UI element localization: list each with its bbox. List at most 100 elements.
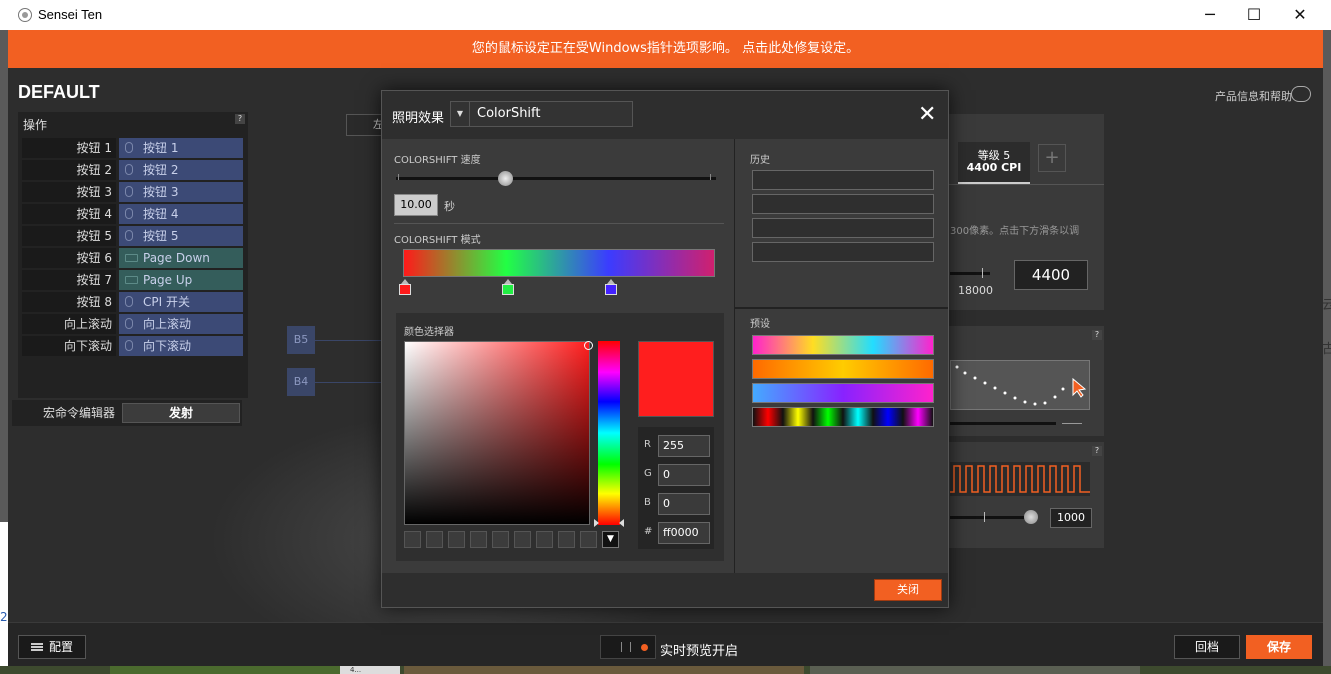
history-slot[interactable]: [752, 194, 934, 214]
help-link[interactable]: 产品信息和帮助: [1215, 88, 1292, 104]
cpi-slider-tick: [982, 268, 983, 278]
cpi-value-input[interactable]: 4400: [1014, 260, 1088, 290]
action-assignment[interactable]: Page Up: [119, 270, 243, 290]
action-row[interactable]: 按钮 1 按钮 1: [22, 138, 243, 158]
config-button[interactable]: 配置: [18, 635, 86, 659]
hue-strip[interactable]: [598, 341, 620, 525]
action-assignment[interactable]: Page Down: [119, 248, 243, 268]
saved-swatch-slot[interactable]: [426, 531, 443, 548]
close-button[interactable]: 关闭: [874, 579, 942, 601]
action-button-label: 按钮 3: [22, 182, 116, 202]
assignment-label: 按钮 1: [143, 141, 179, 155]
saved-swatch-slot[interactable]: [492, 531, 509, 548]
action-row[interactable]: 按钮 4 按钮 4: [22, 204, 243, 224]
r-input[interactable]: 255: [658, 435, 710, 457]
polling-slider-knob[interactable]: [1024, 510, 1038, 524]
speed-slider-tick: [398, 174, 399, 180]
saved-swatch-slot[interactable]: [404, 531, 421, 548]
g-row: G 0: [644, 464, 710, 486]
action-assignment[interactable]: 按钮 5: [119, 226, 243, 246]
help-icon[interactable]: ?: [1092, 330, 1102, 340]
cpi-level-tab[interactable]: 等级 5 4400 CPI: [958, 142, 1030, 184]
preset-gradient[interactable]: [752, 383, 934, 403]
assignment-label: 向上滚动: [143, 317, 192, 331]
saved-swatch-slot[interactable]: [514, 531, 531, 548]
action-assignment[interactable]: 按钮 1: [119, 138, 243, 158]
cpi-slider[interactable]: [950, 272, 990, 275]
speed-input[interactable]: 10.00: [394, 194, 438, 216]
action-assignment[interactable]: 向上滚动: [119, 314, 243, 334]
rgb-fields: R 255 G 0 B 0 # ff0000: [638, 427, 714, 549]
g-input[interactable]: 0: [658, 464, 710, 486]
acceleration-slider[interactable]: [950, 422, 1056, 425]
action-row[interactable]: 向上滚动 向上滚动: [22, 314, 243, 334]
title-bar: Sensei Ten ─ ☐ ✕: [0, 0, 1331, 30]
color-picker-label: 颜色选择器: [404, 327, 454, 338]
gradient-stop[interactable]: [604, 279, 617, 295]
gradient-stop[interactable]: [501, 279, 514, 295]
action-assignment[interactable]: 按钮 4: [119, 204, 243, 224]
speed-slider-knob[interactable]: [497, 171, 513, 186]
help-icon[interactable]: ?: [235, 114, 245, 124]
effect-value: ColorShift: [477, 106, 541, 121]
live-preview-toggle[interactable]: [600, 635, 656, 659]
macro-row: 宏命令编辑器 发射: [12, 400, 242, 426]
chat-bubble-icon[interactable]: [1291, 86, 1311, 102]
preset-gradient[interactable]: [752, 335, 934, 355]
action-button-label: 向上滚动: [22, 314, 116, 334]
revert-button[interactable]: 回档: [1174, 635, 1240, 659]
cpi-scale-max: 18000: [958, 284, 993, 297]
action-row[interactable]: 按钮 8 CPI 开关: [22, 292, 243, 312]
action-assignment[interactable]: 按钮 3: [119, 182, 243, 202]
close-window-button[interactable]: ✕: [1277, 0, 1323, 30]
button-marker-b5[interactable]: B5: [287, 326, 315, 354]
action-row[interactable]: 按钮 6 Page Down: [22, 248, 243, 268]
add-cpi-level-button[interactable]: +: [1038, 144, 1066, 172]
action-assignment[interactable]: 向下滚动: [119, 336, 243, 356]
assignment-label: Page Down: [143, 251, 210, 265]
hue-marker[interactable]: [594, 519, 624, 527]
preset-gradient[interactable]: [752, 407, 934, 427]
preset-gradient[interactable]: [752, 359, 934, 379]
saved-swatch-slot[interactable]: [558, 531, 575, 548]
action-assignment[interactable]: 按钮 2: [119, 160, 243, 180]
help-icon[interactable]: ?: [1092, 446, 1102, 456]
hex-input[interactable]: ff0000: [658, 522, 710, 544]
action-button-label: 按钮 2: [22, 160, 116, 180]
history-slot[interactable]: [752, 170, 934, 190]
acceleration-graph[interactable]: [950, 360, 1090, 410]
more-swatches-icon[interactable]: ▼: [602, 531, 619, 548]
button-marker-b4[interactable]: B4: [287, 368, 315, 396]
action-row[interactable]: 按钮 2 按钮 2: [22, 160, 243, 180]
minimize-button[interactable]: ─: [1187, 0, 1233, 30]
fire-button[interactable]: 发射: [122, 403, 240, 423]
action-row[interactable]: 按钮 5 按钮 5: [22, 226, 243, 246]
app-icon: [18, 8, 32, 22]
action-assignment[interactable]: CPI 开关: [119, 292, 243, 312]
saved-swatch-slot[interactable]: [580, 531, 597, 548]
maximize-button[interactable]: ☐: [1231, 0, 1277, 30]
dialog-close-icon[interactable]: ✕: [918, 103, 936, 127]
saturation-value-box[interactable]: [404, 341, 590, 525]
action-row[interactable]: 按钮 3 按钮 3: [22, 182, 243, 202]
action-row[interactable]: 按钮 7 Page Up: [22, 270, 243, 290]
action-row[interactable]: 向下滚动 向下滚动: [22, 336, 243, 356]
polling-value-input[interactable]: 1000: [1050, 508, 1092, 528]
effect-select[interactable]: ▼ ColorShift: [450, 101, 633, 127]
b-input[interactable]: 0: [658, 493, 710, 515]
warning-banner[interactable]: 您的鼠标设定正在受Windows指针选项影响。 点击此处修复设定。: [8, 30, 1323, 68]
speed-slider[interactable]: [396, 177, 716, 180]
dialog-footer: 关闭: [382, 573, 948, 607]
saved-swatch-slot[interactable]: [536, 531, 553, 548]
saved-swatch-slot[interactable]: [470, 531, 487, 548]
polling-slider[interactable]: [950, 516, 1030, 519]
gradient-bar[interactable]: [403, 249, 715, 277]
mouse-icon: [125, 340, 133, 351]
partial-button[interactable]: 左: [346, 114, 386, 136]
gradient-stop[interactable]: [399, 279, 411, 295]
save-button[interactable]: 保存: [1246, 635, 1312, 659]
saved-swatch-slot[interactable]: [448, 531, 465, 548]
history-slot[interactable]: [752, 218, 934, 238]
color-cursor[interactable]: [584, 341, 593, 350]
history-slot[interactable]: [752, 242, 934, 262]
